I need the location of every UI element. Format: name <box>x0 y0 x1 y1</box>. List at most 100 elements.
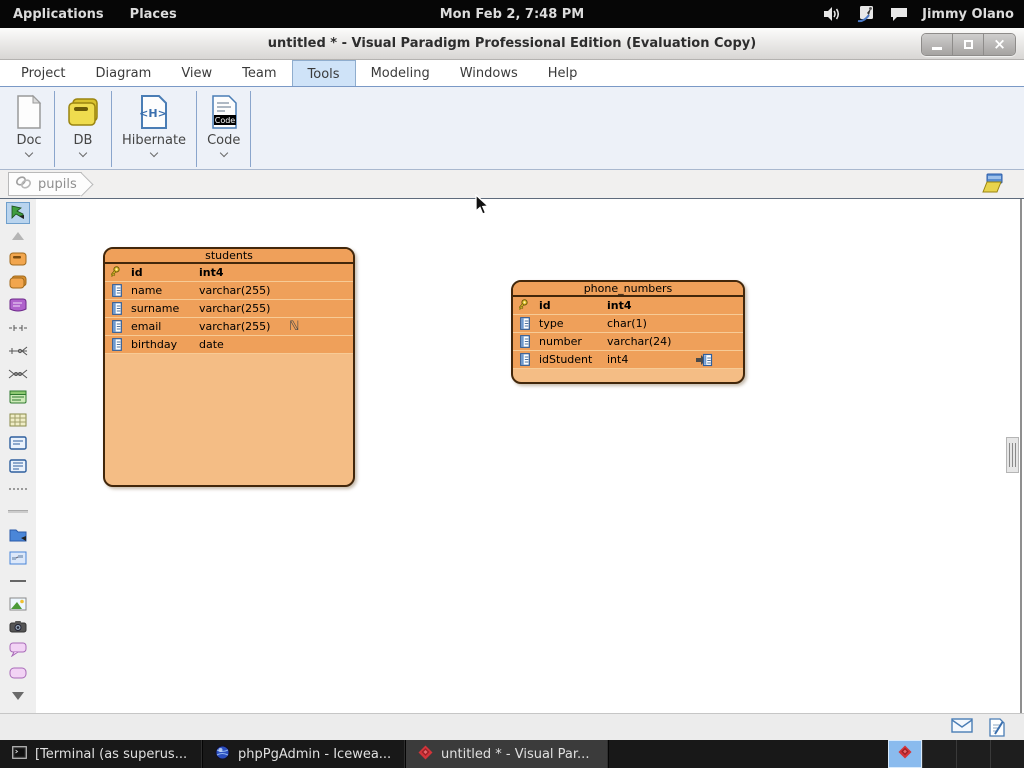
column-type: varchar(24) <box>607 335 672 348</box>
workspace-1[interactable] <box>888 740 922 768</box>
chevron-down-icon <box>149 148 159 158</box>
menu-tools[interactable]: Tools <box>291 60 356 86</box>
username: Jimmy Olano <box>922 6 1014 22</box>
column-name: name <box>131 284 163 297</box>
entity-tool[interactable] <box>6 248 30 270</box>
column-icon <box>518 317 531 330</box>
column-icon <box>110 320 123 333</box>
foreign-key-icon <box>695 353 713 367</box>
cursor-tool[interactable] <box>6 201 30 224</box>
places-menu[interactable]: Places <box>117 0 190 28</box>
scroll-up-icon <box>12 231 24 240</box>
palette-separator <box>6 478 30 500</box>
diagram-overview-tool[interactable] <box>6 547 30 569</box>
maximize-icon <box>963 40 973 49</box>
main-area: students id int4 name varchar(255) surna… <box>0 198 1024 713</box>
link-icon <box>15 175 32 194</box>
doc-label: Doc <box>16 133 42 148</box>
column-row: email varchar(255) ℕ <box>105 318 353 336</box>
message-icon[interactable] <box>951 718 973 741</box>
column-icon <box>110 302 123 315</box>
primary-key-icon <box>110 266 123 279</box>
taskbar-item-visual-paradigm[interactable]: untitled * - Visual Par... <box>406 740 609 768</box>
column-icon <box>518 335 531 348</box>
view-tool[interactable] <box>6 294 30 316</box>
applications-menu[interactable]: Applications <box>0 0 117 28</box>
menu-team[interactable]: Team <box>227 60 291 86</box>
entity-alt-tool[interactable] <box>6 271 30 293</box>
note-tool[interactable] <box>6 432 30 454</box>
menu-project[interactable]: Project <box>6 60 80 86</box>
screenshot-camera-tool[interactable] <box>6 616 30 638</box>
maximize-button[interactable] <box>953 34 984 55</box>
relationship-dashed-tool[interactable] <box>6 317 30 339</box>
column-name: number <box>539 335 582 348</box>
open-folder-icon[interactable] <box>980 173 1004 198</box>
user-menu[interactable]: Jimmy Olano <box>922 7 1014 22</box>
db-label: DB <box>73 133 93 148</box>
workspace-3[interactable] <box>956 740 990 768</box>
menu-view[interactable]: View <box>166 60 227 86</box>
stylus-input-icon[interactable] <box>856 5 876 23</box>
column-row: idStudent int4 <box>513 351 743 369</box>
note-alt-tool[interactable] <box>6 455 30 477</box>
code-button[interactable]: Code Code <box>197 91 250 167</box>
column-name: surname <box>131 302 180 315</box>
stored-procedure-table-tool[interactable] <box>6 386 30 408</box>
primary-key-icon <box>518 299 531 312</box>
panel-splitter[interactable] <box>1020 199 1022 713</box>
column-name: idStudent <box>539 353 593 366</box>
column-row: number varchar(24) <box>513 333 743 351</box>
db-button[interactable]: DB <box>55 91 111 167</box>
doc-button[interactable]: Doc <box>4 91 54 167</box>
column-row: id int4 <box>105 264 353 282</box>
column-name: id <box>131 266 143 279</box>
image-tool[interactable] <box>6 593 30 615</box>
minimize-button[interactable] <box>922 34 953 55</box>
svg-text:<H>: <H> <box>139 107 167 120</box>
menu-help[interactable]: Help <box>533 60 593 86</box>
workspace-4[interactable] <box>990 740 1024 768</box>
menu-diagram[interactable]: Diagram <box>80 60 166 86</box>
minimize-icon <box>932 47 942 50</box>
volume-icon[interactable] <box>823 6 842 22</box>
window-title: untitled * - Visual Paradigm Professiona… <box>267 36 757 51</box>
workspace-2[interactable] <box>922 740 956 768</box>
clock[interactable]: Mon Feb 2, 7:48 PM <box>427 0 598 28</box>
hibernate-button[interactable]: <H> Hibernate <box>112 91 196 167</box>
visual-paradigm-icon <box>418 745 433 764</box>
one-to-many-relationship-tool[interactable] <box>6 340 30 362</box>
chevron-down-icon <box>24 148 34 158</box>
scroll-down-button[interactable] <box>6 685 30 707</box>
chat-icon[interactable] <box>890 7 908 22</box>
task-label: untitled * - Visual Par... <box>441 746 590 762</box>
breadcrumb-diagram-tab[interactable]: pupils <box>8 172 82 196</box>
panel-collapse-handle[interactable] <box>1006 437 1019 473</box>
column-type: date <box>199 338 224 351</box>
package-folder-tool[interactable] <box>6 524 30 546</box>
close-button[interactable]: × <box>984 34 1015 55</box>
log-edit-icon[interactable] <box>989 718 1006 741</box>
taskbar-item-terminal[interactable]: [Terminal (as superus... <box>0 740 203 768</box>
entity-students[interactable]: students id int4 name varchar(255) surna… <box>103 247 355 487</box>
many-to-many-relationship-tool[interactable] <box>6 363 30 385</box>
diagram-canvas[interactable]: students id int4 name varchar(255) surna… <box>36 199 1024 713</box>
database-icon <box>65 93 101 131</box>
grid-table-tool[interactable] <box>6 409 30 431</box>
taskbar-item-phppgadmin[interactable]: phpPgAdmin - Icewea... <box>203 740 406 768</box>
callout-tool[interactable] <box>6 639 30 661</box>
entity-phone-numbers[interactable]: phone_numbers id int4 type char(1) numbe… <box>511 280 745 384</box>
close-icon: × <box>993 35 1006 53</box>
menu-windows[interactable]: Windows <box>445 60 533 86</box>
column-icon <box>110 284 123 297</box>
chevron-down-icon <box>219 148 228 158</box>
scroll-up-button[interactable] <box>6 225 30 247</box>
window-titlebar: untitled * - Visual Paradigm Professiona… <box>0 28 1024 60</box>
svg-text:Code: Code <box>214 116 235 125</box>
column-row: id int4 <box>513 297 743 315</box>
code-icon: Code <box>209 93 239 131</box>
rounded-rectangle-tool[interactable] <box>6 662 30 684</box>
menu-modeling[interactable]: Modeling <box>356 60 445 86</box>
tools-ribbon: Doc DB <H> Hibernate Code Code <box>0 86 1024 170</box>
document-icon <box>14 93 44 131</box>
